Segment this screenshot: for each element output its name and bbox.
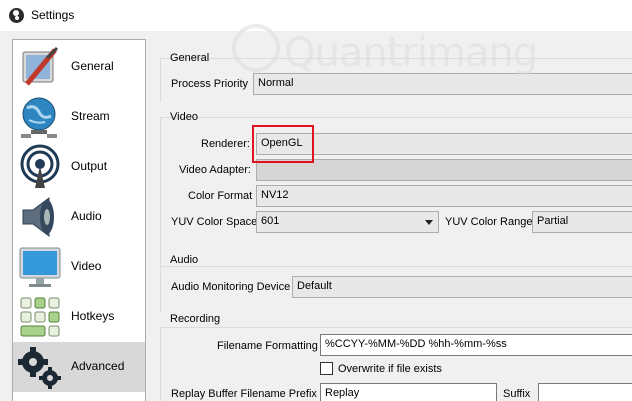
group-title-video: Video [170,111,198,123]
sidebar-item-label: Video [71,259,102,273]
monitor-icon [19,247,61,287]
obs-logo-icon [9,8,24,23]
sidebar-item-label: General [71,59,114,73]
settings-window: General Stream Output Audio Video Hotkey… [0,31,632,401]
replay-prefix-input[interactable]: Replay [320,383,497,401]
title-bar: Settings [0,0,632,31]
yuv-color-range-label: YUV Color Range [445,216,533,228]
overwrite-checkbox[interactable] [320,362,333,375]
replay-prefix-value: Replay [325,387,360,399]
color-format-select[interactable]: NV12 [256,185,632,207]
chevron-down-icon [425,220,433,225]
group-title-general: General [170,52,210,64]
renderer-highlight-box [252,125,314,163]
sidebar-item-advanced[interactable]: Advanced [13,342,145,392]
sidebar-item-label: Audio [71,209,102,223]
sidebar-item-general[interactable]: General [13,42,145,92]
globe-network-icon [21,97,57,138]
yuv-color-range-select[interactable]: Partial [532,211,632,233]
overwrite-label: Overwrite if file exists [338,363,442,375]
sidebar-item-label: Advanced [71,359,125,373]
gears-icon [18,347,61,389]
suffix-input[interactable] [538,383,632,401]
process-priority-value: Normal [258,77,294,89]
settings-content: General Process Priority Normal Video Re… [160,31,632,401]
general-settings-icon [22,46,59,86]
watermark-logo-icon [232,24,280,72]
speaker-icon [22,197,54,237]
yuv-color-space-value: 601 [261,215,280,227]
broadcast-antenna-icon [20,144,60,188]
audio-monitoring-label: Audio Monitoring Device [171,281,291,293]
suffix-label: Suffix [503,388,531,400]
color-format-value: NV12 [261,189,289,201]
sidebar-item-video[interactable]: Video [13,242,145,292]
replay-prefix-label: Replay Buffer Filename Prefix [171,388,317,400]
yuv-color-range-value: Partial [537,215,569,227]
sidebar-item-label: Hotkeys [71,309,115,323]
group-title-audio: Audio [170,254,199,266]
sidebar-item-output[interactable]: Output [13,142,145,192]
group-title-recording: Recording [170,313,221,325]
settings-sidebar: General Stream Output Audio Video Hotkey… [12,39,146,401]
filename-formatting-label: Filename Formatting [217,340,318,352]
renderer-label: Renderer: [201,138,250,150]
sidebar-item-hotkeys[interactable]: Hotkeys [13,292,145,342]
filename-formatting-input[interactable]: %CCYY-%MM-%DD %hh-%mm-%ss [320,334,632,356]
yuv-color-space-select[interactable]: 601 [256,211,439,233]
video-adapter-label: Video Adapter: [179,164,251,176]
keyboard-icon [20,297,60,337]
process-priority-label: Process Priority [171,78,249,90]
sidebar-item-label: Stream [71,109,110,123]
sidebar-item-label: Output [71,159,108,173]
window-title: Settings [31,8,75,22]
color-format-label: Color Format [188,190,253,202]
process-priority-select[interactable]: Normal [253,73,632,95]
sidebar-item-audio[interactable]: Audio [13,192,145,242]
filename-formatting-value: %CCYY-%MM-%DD %hh-%mm-%ss [325,338,507,350]
sidebar-item-stream[interactable]: Stream [13,92,145,142]
audio-monitoring-select[interactable]: Default [292,276,632,298]
audio-monitoring-value: Default [297,280,332,292]
yuv-color-space-label: YUV Color Space [171,216,258,228]
